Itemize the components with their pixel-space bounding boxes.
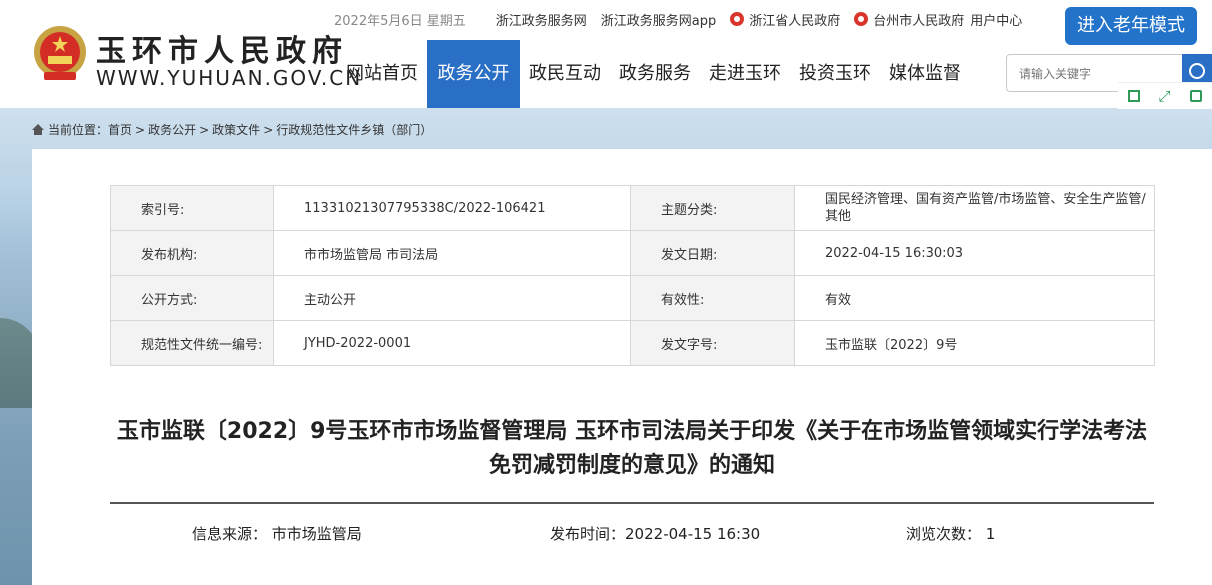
meta-key: 有效性: — [630, 275, 795, 321]
link-label: 台州市人民政府 — [873, 13, 965, 29]
site-title: 玉环市人民政府 — [96, 34, 348, 69]
nav-about-yuhuan[interactable]: 走进玉环 — [700, 40, 790, 108]
link-zhejiang-gov[interactable]: 浙江省人民政府 — [730, 10, 840, 29]
emblem-icon — [730, 12, 745, 26]
document-title: 玉市监联〔2022〕9号玉环市市场监督管理局 玉环市司法局关于印发《关于在市场监… — [116, 419, 1148, 478]
link-label: 浙江政务服务网 — [495, 13, 587, 29]
nav-gov-affairs[interactable]: 政务公开 — [427, 40, 520, 108]
breadcrumb-separator: > — [135, 122, 146, 137]
breadcrumb-current[interactable]: 行政规范性文件乡镇（部门） — [276, 121, 432, 138]
meta-value: 国民经济管理、国有资产监管/市场监管、安全生产监管/其他 — [794, 185, 1155, 231]
meta-value: 有效 — [794, 275, 1155, 321]
page-mode-button[interactable] — [1118, 83, 1149, 109]
table-row: 发布机构: 市市场监管局 市司法局 发文日期: 2022-04-15 16:30… — [110, 230, 1155, 276]
top-bar: 2022年5月6日 星期五 浙江政务服务网 浙江政务服务网app 浙江省人民政府… — [334, 9, 1036, 29]
nav-services[interactable]: 政务服务 — [610, 40, 700, 108]
save-icon — [1189, 90, 1202, 102]
page-icon — [1127, 90, 1140, 102]
meta-key: 发文日期: — [630, 230, 795, 276]
meta-value: 玉市监联〔2022〕9号 — [794, 320, 1155, 366]
title-divider — [110, 502, 1154, 504]
meta-key: 主题分类: — [630, 185, 795, 231]
meta-value: 11331021307795338C/2022-106421 — [273, 185, 631, 231]
breadcrumb-label: 当前位置： — [48, 123, 109, 137]
table-row: 公开方式: 主动公开 有效性: 有效 — [110, 275, 1155, 321]
meta-key: 规范性文件统一编号: — [110, 320, 274, 366]
breadcrumb-gov-affairs[interactable]: 政务公开 — [148, 121, 196, 138]
meta-key: 发文字号: — [630, 320, 795, 366]
link-zjzwfw-app[interactable]: 浙江政务服务网app — [601, 10, 716, 29]
expand-icon: ⤢ — [1158, 87, 1171, 105]
content-panel: 索引号: 11331021307795338C/2022-106421 主题分类… — [32, 149, 1212, 585]
meta-value: 市市场监管局 市司法局 — [273, 230, 631, 276]
site-header: 玉环市人民政府 WWW.YUHUAN.GOV.CN 2022年5月6日 星期五 … — [0, 0, 1212, 109]
meta-value: 2022-04-15 16:30:03 — [794, 230, 1155, 276]
fullscreen-button[interactable]: ⤢ — [1149, 83, 1180, 109]
link-user-center[interactable]: 用户中心 — [970, 10, 1022, 29]
source-value: 市市场监管局 — [271, 525, 362, 543]
breadcrumb: 当前位置： 首页 > 政务公开 > 政策文件 > 行政规范性文件乡镇（部门） — [32, 121, 432, 138]
home-icon — [32, 124, 44, 135]
meta-value: 主动公开 — [273, 275, 631, 321]
nav-home[interactable]: 网站首页 — [337, 40, 427, 108]
info-views: 浏览次数： 1 — [906, 523, 995, 544]
source-label: 信息来源： — [192, 525, 268, 543]
current-date: 2022年5月6日 星期五 — [334, 13, 466, 29]
link-label: 浙江省人民政府 — [749, 13, 841, 29]
nav-invest[interactable]: 投资玉环 — [790, 40, 880, 108]
meta-key: 发布机构: — [110, 230, 274, 276]
site-domain: WWW.YUHUAN.GOV.CN — [96, 66, 363, 90]
breadcrumb-home[interactable]: 首页 — [108, 121, 132, 138]
publish-label: 发布时间： — [550, 525, 626, 543]
elder-mode-button[interactable]: 进入老年模式 — [1065, 7, 1197, 45]
main-nav: 网站首页 政务公开 政民互动 政务服务 走进玉环 投资玉环 媒体监督 — [337, 40, 970, 108]
meta-value: JYHD-2022-0001 — [273, 320, 631, 366]
emblem-icon — [854, 12, 869, 26]
document-meta-table: 索引号: 11331021307795338C/2022-106421 主题分类… — [110, 185, 1155, 366]
save-button[interactable] — [1180, 83, 1211, 109]
document-info-bar: 信息来源： 市市场监管局 发布时间：2022-04-15 16:30 浏览次数：… — [32, 523, 1212, 545]
link-taizhou-gov[interactable]: 台州市人民政府 — [854, 10, 964, 29]
link-label: 浙江政务服务网app — [600, 13, 717, 29]
views-value: 1 — [985, 525, 996, 543]
publish-value: 2022-04-15 16:30 — [625, 525, 761, 543]
national-emblem-logo — [34, 26, 86, 80]
meta-key: 公开方式: — [110, 275, 274, 321]
nav-interaction[interactable]: 政民互动 — [520, 40, 610, 108]
breadcrumb-policy-docs[interactable]: 政策文件 — [212, 121, 260, 138]
info-publish-time: 发布时间：2022-04-15 16:30 — [550, 523, 760, 544]
link-label: 用户中心 — [970, 13, 1023, 29]
table-row: 索引号: 11331021307795338C/2022-106421 主题分类… — [110, 185, 1155, 231]
table-row: 规范性文件统一编号: JYHD-2022-0001 发文字号: 玉市监联〔202… — [110, 320, 1155, 366]
breadcrumb-separator: > — [199, 122, 210, 137]
accessibility-tools: ⤢ — [1118, 82, 1212, 109]
breadcrumb-separator: > — [263, 122, 274, 137]
views-label: 浏览次数： — [906, 525, 982, 543]
meta-key: 索引号: — [110, 185, 274, 231]
link-zjzwfw[interactable]: 浙江政务服务网 — [496, 10, 587, 29]
nav-media-supervision[interactable]: 媒体监督 — [880, 40, 970, 108]
info-source: 信息来源： 市市场监管局 — [192, 523, 362, 544]
